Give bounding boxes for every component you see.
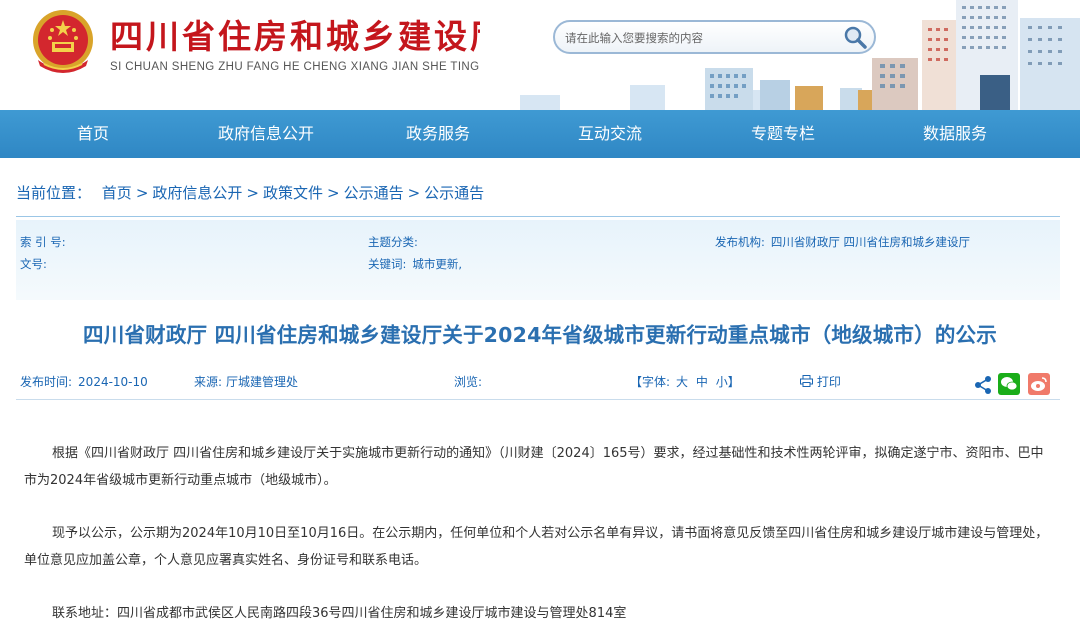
share-icon[interactable]	[972, 374, 994, 396]
meta-keywords-value: 城市更新,	[412, 257, 463, 271]
wechat-share-icon[interactable]	[998, 373, 1020, 395]
city-skyline-banner	[480, 0, 1080, 110]
source-label: 来源:	[194, 375, 223, 389]
breadcrumb-item-home[interactable]: 首页	[102, 184, 132, 202]
breadcrumb-item-policy[interactable]: 政策文件	[263, 184, 323, 202]
article-paragraph: 现予以公示，公示期为2024年10月10日至10月16日。在公示期内，任何单位和…	[24, 526, 1049, 568]
nav-item-interaction[interactable]: 互动交流	[535, 110, 685, 158]
search-input[interactable]	[565, 28, 835, 48]
breadcrumb: 当前位置： 首页 > 政府信息公开 > 政策文件 > 公示通告 > 公示通告	[16, 182, 484, 203]
publish-time: 发布时间: 2024-10-10	[20, 373, 148, 390]
font-size-close: 】	[727, 375, 740, 389]
breadcrumb-prefix: 当前位置：	[16, 184, 92, 202]
article-body: 根据《四川省财政厅 四川省住房和城乡建设厅关于实施城市更新行动的通知》（川财建〔…	[24, 440, 1056, 640]
nav-item-gov-info[interactable]: 政府信息公开	[191, 110, 341, 158]
main-nav: 首页 政府信息公开 政务服务 互动交流 专题专栏 数据服务	[0, 110, 1080, 158]
source-value: 厅城建管理处	[226, 375, 299, 389]
meta-publisher-label: 发布机构:	[715, 235, 765, 249]
breadcrumb-item-notice-current[interactable]: 公示通告	[424, 184, 484, 202]
wechat-glyph-icon	[1001, 377, 1018, 391]
publish-time-value: 2024-10-10	[78, 375, 148, 389]
breadcrumb-separator: >	[135, 184, 149, 202]
meta-keywords-label: 关键词:	[368, 257, 407, 271]
article-paragraph: 联系地址：四川省成都市武侯区人民南路四段36号四川省住房和城乡建设厅城市建设与管…	[52, 606, 627, 621]
search-box	[553, 20, 876, 54]
meta-topic-label: 主题分类:	[368, 235, 418, 249]
search-icon[interactable]	[842, 24, 868, 50]
site-pinyin: SI CHUAN SHENG ZHU FANG HE CHENG XIANG J…	[110, 61, 480, 73]
breadcrumb-item-gov-info[interactable]: 政府信息公开	[152, 184, 242, 202]
meta-publisher: 发布机构: 四川省财政厅 四川省住房和城乡建设厅	[715, 234, 970, 250]
print-button[interactable]: 打印	[800, 373, 841, 390]
printer-icon	[800, 375, 813, 387]
site-header: 四川省住房和城乡建设厅 SI CHUAN SHENG ZHU FANG HE C…	[0, 0, 1080, 110]
meta-index-label: 索 引 号:	[20, 235, 66, 249]
article-info-bar: 发布时间: 2024-10-10 来源: 厅城建管理处 浏览: 【字体: 大 中 小】…	[16, 366, 1060, 400]
source: 来源: 厅城建管理处	[194, 373, 298, 390]
weibo-share-icon[interactable]	[1028, 373, 1050, 395]
meta-publisher-value: 四川省财政厅 四川省住房和城乡建设厅	[770, 235, 971, 249]
breadcrumb-separator: >	[407, 184, 421, 202]
nav-item-topics[interactable]: 专题专栏	[708, 110, 858, 158]
breadcrumb-item-notice[interactable]: 公示通告	[344, 184, 404, 202]
article-paragraph: 根据《四川省财政厅 四川省住房和城乡建设厅关于实施城市更新行动的通知》（川财建〔…	[24, 446, 1044, 488]
breadcrumb-separator: >	[246, 184, 259, 202]
breadcrumb-divider	[16, 216, 1060, 217]
nav-item-data[interactable]: 数据服务	[880, 110, 1030, 158]
national-emblem-icon	[33, 10, 93, 73]
document-meta-panel: 索 引 号: 文号: 主题分类: 关键词: 城市更新, 发布机构: 四川省财政厅 四…	[16, 220, 1060, 300]
font-size-small-link[interactable]: 小	[716, 375, 728, 389]
article-title: 四川省财政厅 四川省住房和城乡建设厅关于2024年省级城市更新行动重点城市（地级…	[83, 323, 997, 347]
site-title: 四川省住房和城乡建设厅	[110, 17, 506, 56]
views: 浏览:	[454, 375, 483, 389]
meta-keywords: 关键词: 城市更新,	[368, 256, 462, 272]
font-size-switcher: 【字体: 大 中 小】	[630, 373, 740, 390]
font-size-large-link[interactable]: 大	[676, 375, 688, 389]
weibo-glyph-icon	[1031, 377, 1047, 391]
nav-item-home[interactable]: 首页	[18, 110, 168, 158]
nav-item-services[interactable]: 政务服务	[363, 110, 513, 158]
font-size-label: 【字体:	[630, 375, 671, 389]
breadcrumb-separator: >	[327, 184, 340, 202]
font-size-medium-link[interactable]: 中	[696, 375, 708, 389]
meta-doc-no-label: 文号:	[20, 257, 47, 271]
publish-time-label: 发布时间:	[20, 375, 73, 389]
print-label: 打印	[816, 375, 841, 389]
